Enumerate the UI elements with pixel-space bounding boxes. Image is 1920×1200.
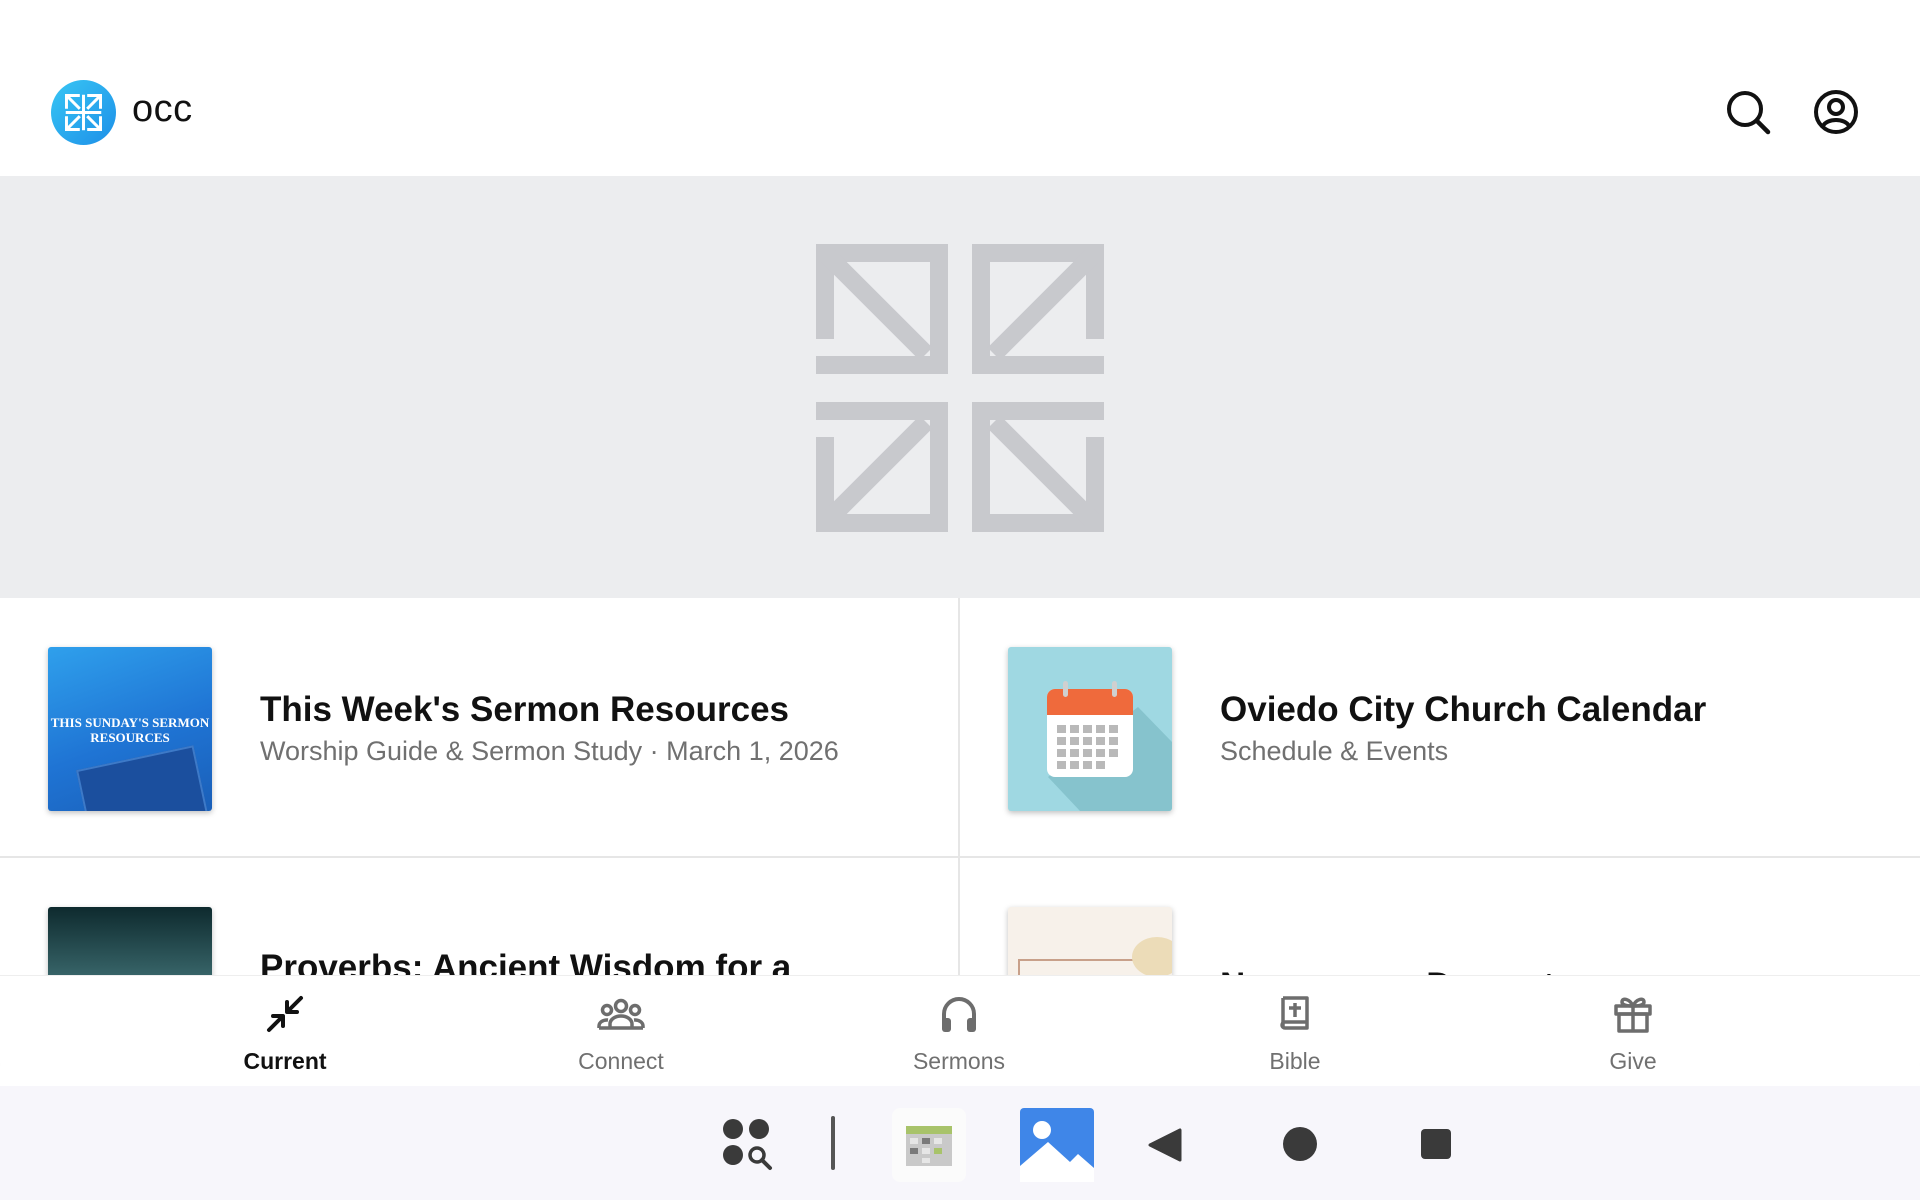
headphones-icon xyxy=(942,997,976,1032)
system-navigation-bar xyxy=(0,1086,1920,1200)
recents-icon[interactable] xyxy=(1420,1128,1452,1165)
card-subtitle: Schedule & Events xyxy=(1220,736,1449,766)
card-proverbs-series[interactable]: Proverbs: Ancient Wisdom for a xyxy=(0,858,960,976)
tab-give[interactable]: Give xyxy=(1523,976,1743,1086)
bible-image xyxy=(76,745,208,811)
calendar-icon xyxy=(1047,681,1172,811)
app-header: occ xyxy=(0,0,1920,176)
bottom-navigation: Current Connect Sermons Bible Give xyxy=(0,976,1920,1086)
church-cross-logo-icon xyxy=(816,244,1104,532)
card-title: Oviedo City Church Calendar xyxy=(1220,690,1707,729)
card-sermon-resources[interactable]: THIS SUNDAY'S SERMON RESOURCES This Week… xyxy=(0,598,960,858)
proverbs-thumbnail xyxy=(48,907,212,976)
collapse-arrows-icon xyxy=(267,996,303,1032)
card-title: Newcomers Dessert xyxy=(1220,966,1555,976)
calendar-thumbnail xyxy=(1008,647,1172,811)
tab-label: Bible xyxy=(1269,1048,1321,1074)
gallery-app-icon[interactable] xyxy=(1020,1108,1094,1187)
gift-icon xyxy=(1614,997,1652,1033)
bible-icon xyxy=(1280,996,1309,1030)
group-icon xyxy=(597,998,645,1030)
card-church-calendar[interactable]: Oviedo City Church Calendar Schedule & E… xyxy=(960,598,1920,858)
card-newcomers-dessert[interactable]: Newcomers Dessert xyxy=(960,858,1920,976)
home-icon[interactable] xyxy=(1282,1126,1318,1167)
search-icon[interactable] xyxy=(1724,88,1772,136)
account-circle-icon[interactable] xyxy=(1812,88,1860,136)
tab-bible[interactable]: Bible xyxy=(1185,976,1405,1086)
back-icon[interactable] xyxy=(1148,1128,1182,1167)
calendar-app-icon[interactable] xyxy=(892,1108,966,1187)
tab-connect[interactable]: Connect xyxy=(511,976,731,1086)
thumbnail-text: THIS SUNDAY'S SERMON RESOURCES xyxy=(50,715,210,745)
tab-label: Give xyxy=(1609,1048,1657,1074)
church-logo-icon[interactable] xyxy=(51,80,116,145)
app-drawer-search-icon[interactable] xyxy=(722,1118,778,1179)
app-title: occ xyxy=(132,88,193,130)
tab-label: Sermons xyxy=(912,1048,1006,1074)
tab-current[interactable]: Current xyxy=(175,976,395,1086)
card-title: Proverbs: Ancient Wisdom for a xyxy=(260,948,792,976)
newcomers-dessert-thumbnail xyxy=(1008,907,1172,976)
card-title: This Week's Sermon Resources xyxy=(260,690,789,729)
card-subtitle: Worship Guide & Sermon Study · March 1, … xyxy=(260,736,839,766)
taskbar-divider xyxy=(831,1116,835,1170)
tab-label: Current xyxy=(243,1048,327,1074)
tab-sermons[interactable]: Sermons xyxy=(849,976,1069,1086)
content-grid: THIS SUNDAY'S SERMON RESOURCES This Week… xyxy=(0,598,1920,976)
sermon-resources-thumbnail: THIS SUNDAY'S SERMON RESOURCES xyxy=(48,647,212,811)
tab-label: Connect xyxy=(578,1048,664,1074)
dessert-image xyxy=(1132,937,1172,976)
hero-banner[interactable] xyxy=(0,176,1920,598)
